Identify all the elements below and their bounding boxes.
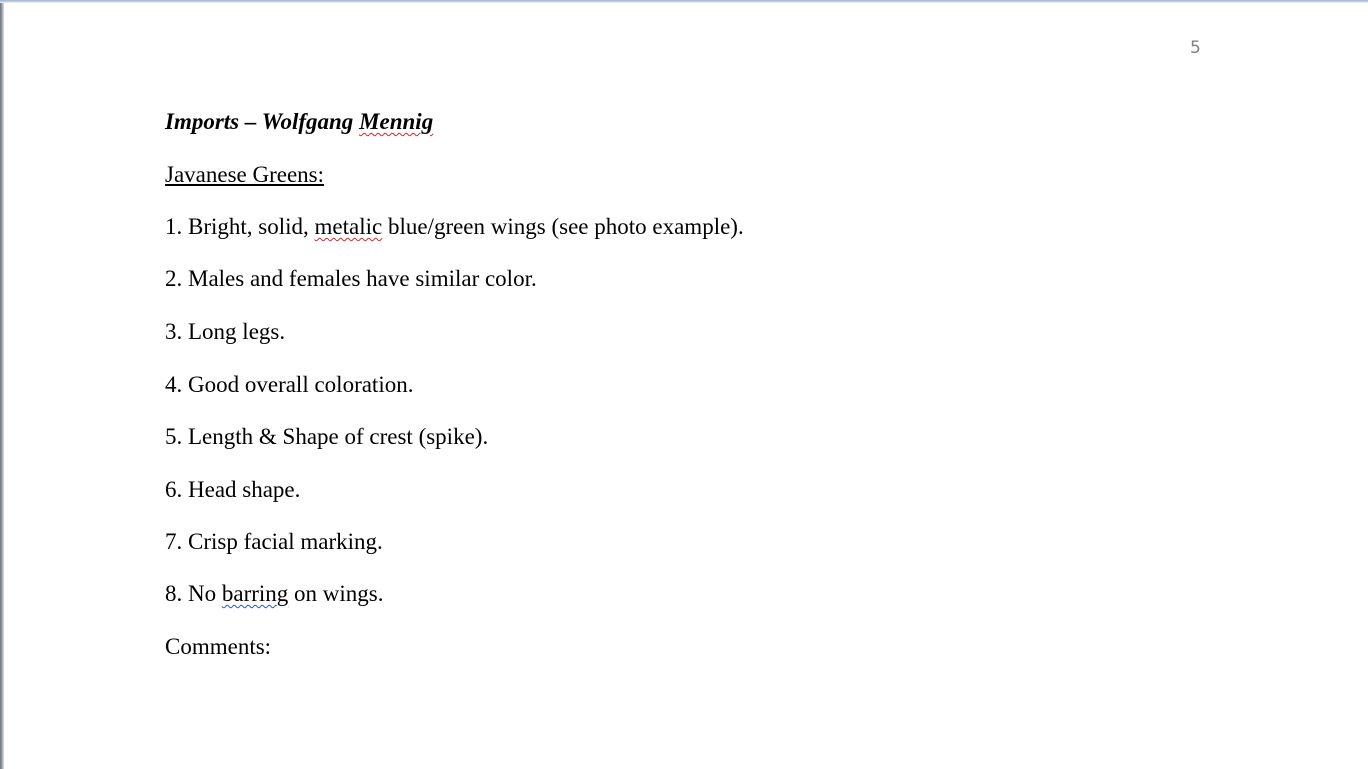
misspelled-word[interactable]: metalic — [315, 214, 383, 239]
grammar-flagged-word[interactable]: barring — [222, 581, 288, 606]
list-item: 1. Bright, solid, metalic blue/green win… — [165, 212, 744, 242]
list-item: 6. Head shape. — [165, 477, 301, 502]
list-item: 3. Long legs. — [165, 319, 286, 344]
list-item-text-before: 8. No — [165, 581, 222, 606]
window-left-border — [0, 0, 4, 769]
list-item-text-after: blue/green wings (see photo example). — [382, 214, 744, 239]
comments-label: Comments: — [165, 634, 272, 659]
list-item-text-before: 1. Bright, solid, — [165, 214, 315, 239]
document-title: Imports – Wolfgang Mennig — [165, 107, 433, 137]
document-page: 5 Imports – Wolfgang Mennig Javanese Gre… — [0, 0, 1368, 769]
title-name-misspelled[interactable]: Mennig — [359, 109, 433, 134]
list-item-text-after: on wings. — [288, 581, 384, 606]
list-item: 5. Length & Shape of crest (spike). — [165, 424, 489, 449]
list-item: 4. Good overall coloration. — [165, 372, 414, 397]
window-top-border — [0, 0, 1368, 3]
section-heading: Javanese Greens: — [165, 162, 325, 187]
list-item: 7. Crisp facial marking. — [165, 529, 383, 554]
title-prefix: Imports – Wolfgang — [165, 109, 360, 134]
page-number: 5 — [1190, 38, 1201, 58]
list-item: 8. No barring on wings. — [165, 579, 384, 609]
list-item: 2. Males and females have similar color. — [165, 266, 537, 291]
